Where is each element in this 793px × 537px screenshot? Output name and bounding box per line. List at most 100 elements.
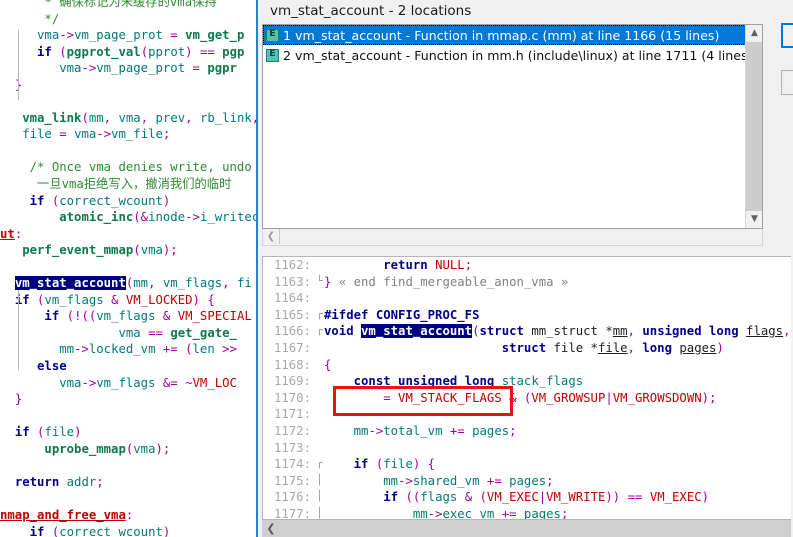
list-item[interactable]: 1 vm_stat_account - Function in mmap.c (…	[263, 25, 762, 45]
code-token: mm	[59, 342, 75, 357]
code-token: struct	[479, 324, 524, 339]
code-token: vm_stat_account	[361, 324, 473, 339]
code-token: VM_LOC	[192, 375, 237, 390]
preview-horizontal-scrollbar[interactable]: ❮	[262, 519, 791, 537]
code-token: ((	[398, 490, 421, 505]
preview-code	[324, 290, 791, 307]
code-token: pprot	[148, 44, 186, 59]
preview-code: struct file *file, long pages)	[324, 340, 791, 357]
code-token: pages	[523, 506, 561, 519]
code-line: }	[0, 77, 258, 94]
preview-line: 1175: │ mm->shared_vm += pages;	[263, 473, 791, 490]
code-token: const unsigned long	[353, 374, 495, 389]
code-token: ==	[140, 325, 171, 340]
code-token: if	[353, 457, 369, 472]
code-preview-pane[interactable]: 1162: return NULL; 1163: └} « end find_mer…	[262, 256, 791, 519]
code-token: stack_flags	[501, 374, 584, 389]
code-token: pages	[509, 473, 547, 488]
preview-line: 1162: return NULL;	[263, 257, 791, 274]
fold-marker[interactable]	[315, 440, 324, 457]
preview-code: mm->exec_vm += pages;	[324, 506, 791, 519]
code-token: VM_GROWSDOWN	[612, 390, 702, 405]
code-token: flags	[746, 324, 784, 339]
code-token: */	[44, 11, 60, 26]
line-number: 1165:	[273, 307, 311, 322]
code-token: ->	[368, 423, 384, 438]
preview-code: = VM_STACK_FLAGS & (VM_GROWSUP|VM_GROWSD…	[324, 390, 791, 407]
code-token: ;	[162, 127, 171, 142]
fold-marker[interactable]: │	[315, 489, 324, 506]
fold-marker[interactable]: ┌	[315, 456, 324, 473]
fold-marker[interactable]	[315, 423, 324, 440]
code-token: if	[383, 490, 399, 505]
code-token: NULL	[435, 258, 465, 272]
fold-marker[interactable]	[315, 406, 324, 423]
fold-marker[interactable]	[315, 340, 324, 357]
scroll-thumb[interactable]	[746, 42, 762, 211]
line-number: 1171:	[273, 407, 311, 422]
code-token: (	[51, 44, 67, 59]
preview-line: 1171:	[263, 406, 791, 423]
preview-scroll-left-icon[interactable]: ❮	[262, 520, 280, 537]
code-token: ->	[81, 61, 97, 76]
code-token: vm_flags	[44, 292, 104, 307]
preview-lines: 1162: return NULL; 1163: └} « end find_mer…	[263, 257, 791, 519]
cancel-button[interactable]	[781, 70, 793, 95]
code-token: vma	[140, 243, 163, 258]
list-vertical-scrollbar[interactable]: ▲ ▼	[745, 25, 762, 228]
fold-marker[interactable]	[315, 390, 324, 407]
preview-code: mm->shared_vm += pages;	[324, 473, 791, 490]
source-code-editor[interactable]: * 确保标记为未缓存的vma保持 */ vma->vm_page_prot = …	[0, 0, 258, 537]
code-token: vm_page_prot	[96, 61, 186, 76]
code-token: ,	[627, 324, 643, 339]
code-token: struct	[501, 340, 547, 355]
code-token: vma	[118, 325, 141, 340]
code-token: & (	[501, 390, 532, 405]
code-token: addr	[66, 474, 97, 489]
line-number: 1176:	[273, 490, 311, 505]
code-token: exec_vm	[442, 506, 495, 519]
ok-button[interactable]	[781, 23, 793, 48]
preview-code: const unsigned long stack_flags	[324, 373, 791, 390]
code-token: += (	[155, 342, 193, 357]
list-item[interactable]: 2 vm_stat_account - Function in mm.h (in…	[263, 45, 762, 65]
locations-list-rows: 1 vm_stat_account - Function in mmap.c (…	[263, 25, 762, 65]
fold-marker[interactable]: │	[315, 506, 324, 519]
code-token: &	[103, 292, 126, 307]
scroll-left-icon[interactable]: ❮	[263, 229, 280, 244]
fold-marker[interactable]: ┌	[315, 323, 324, 340]
fold-marker[interactable]	[315, 290, 324, 307]
code-token: ->	[59, 28, 75, 43]
code-token: mm	[612, 324, 628, 339]
fold-marker[interactable]	[315, 357, 324, 374]
fold-marker[interactable]	[315, 373, 324, 390]
code-token: vma	[74, 127, 97, 142]
list-horizontal-scrollbar[interactable]: ❮	[262, 229, 763, 246]
preview-line: 1163: └} « end find_mergeable_anon_vma »	[263, 274, 791, 291]
fold-marker[interactable]: │	[315, 473, 324, 490]
code-token: & (	[457, 490, 487, 505]
code-token: vma	[59, 375, 82, 390]
code-line: /* Once vma denies write, undo o	[0, 159, 258, 176]
fold-marker[interactable]	[315, 257, 324, 274]
code-token: (!((	[59, 309, 97, 324]
code-token: vma_link	[22, 110, 82, 125]
code-token: vm_stat_account	[14, 276, 126, 291]
fold-marker[interactable]: ┌	[315, 307, 324, 324]
code-token: ,	[148, 276, 163, 291]
fold-marker[interactable]: └	[315, 274, 324, 291]
scroll-down-icon[interactable]: ▼	[746, 211, 762, 228]
code-token: ,	[140, 110, 156, 125]
locations-list[interactable]: 1 vm_stat_account - Function in mmap.c (…	[262, 24, 763, 229]
code-token: >>	[214, 342, 237, 357]
code-token: 一旦vma拒绝写入，撤消我们的临时	[37, 177, 232, 192]
code-token: if	[29, 193, 45, 208]
preview-line: 1174: ┌ if (file) {	[263, 456, 791, 473]
code-line: 一旦vma拒绝写入，撤消我们的临时	[0, 176, 258, 193]
preview-code: return NULL;	[324, 257, 791, 274]
preview-code: if ((flags & (VM_EXEC|VM_WRITE)) == VM_E…	[324, 489, 791, 506]
scroll-up-icon[interactable]: ▲	[746, 25, 762, 42]
